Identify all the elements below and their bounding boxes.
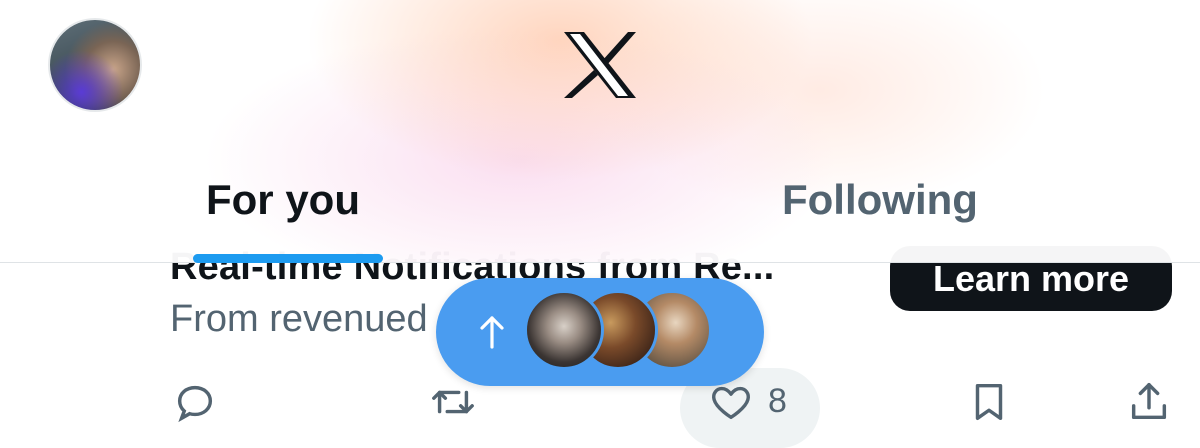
top-header: For you Following <box>0 0 1200 263</box>
like-count: 8 <box>768 382 787 420</box>
tab-for-you[interactable]: For you <box>206 176 360 224</box>
x-logo-icon[interactable] <box>562 30 638 100</box>
bookmark-button[interactable] <box>966 370 1012 433</box>
repost-icon <box>432 390 474 413</box>
reply-button[interactable] <box>172 370 218 433</box>
tab-following[interactable]: Following <box>782 176 978 224</box>
share-button[interactable] <box>1126 370 1172 433</box>
reply-icon <box>177 385 213 422</box>
ad-subtitle: From revenued <box>170 298 428 340</box>
share-icon <box>1131 382 1167 419</box>
active-tab-indicator <box>193 254 383 263</box>
new-post-avatar-1 <box>524 290 604 370</box>
arrow-up-icon <box>480 316 504 349</box>
bookmark-icon <box>975 383 1003 420</box>
profile-avatar[interactable] <box>48 18 142 112</box>
